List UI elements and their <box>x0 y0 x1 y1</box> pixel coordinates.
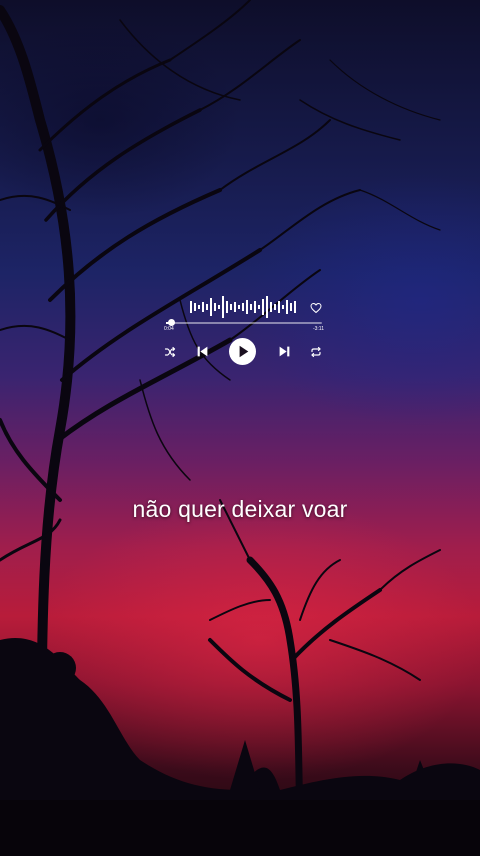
waveform <box>190 296 296 318</box>
repeat-icon[interactable] <box>310 346 322 358</box>
progress-bar[interactable] <box>166 319 322 326</box>
shuffle-icon[interactable] <box>164 346 176 358</box>
time-remaining: -3:11 <box>312 326 324 332</box>
skip-previous-icon[interactable] <box>196 345 209 358</box>
heart-outline-icon[interactable] <box>310 302 322 314</box>
skip-next-icon[interactable] <box>278 345 291 358</box>
playback-controls <box>160 338 324 366</box>
play-button[interactable] <box>229 338 256 365</box>
tree-silhouettes <box>0 0 480 856</box>
music-player: 0:04 -3:11 <box>160 292 324 372</box>
time-elapsed: 0:04 <box>164 326 174 332</box>
video-frame: 0:04 -3:11 não quer deixar voar <box>0 0 480 856</box>
lyric-caption: não quer deixar voar <box>132 496 348 522</box>
progress-handle[interactable] <box>167 319 175 326</box>
